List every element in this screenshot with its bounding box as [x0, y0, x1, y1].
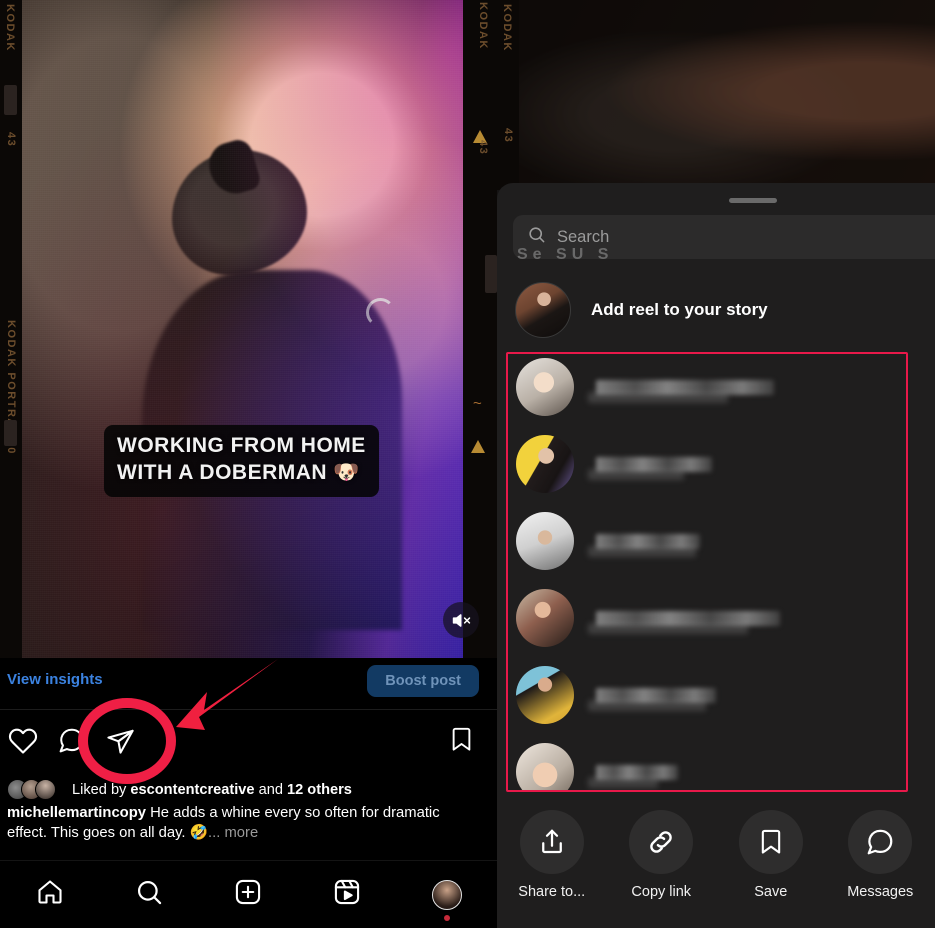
film-brand-label-right: KODAK [477, 2, 489, 50]
home-icon [36, 878, 64, 911]
left-phone-pane: KODAK 43 KODAK PORTRA 400 ~ KODAK 43 WOR… [0, 0, 497, 928]
liked-by-text: Liked by escontentcreative and 12 others [72, 782, 352, 798]
share-to-button-label: Share to... [518, 884, 586, 900]
woman-black-tee-avatar [516, 666, 574, 724]
plus-square-icon [234, 878, 262, 911]
filmstrip-left: KODAK 43 KODAK PORTRA 400 [0, 0, 22, 658]
bottom-navigation-bar [0, 860, 497, 928]
child-hoodie-avatar [516, 743, 574, 790]
post-caption: michellemartincopy He adds a whine every… [7, 803, 477, 844]
search-icon [135, 878, 163, 911]
comment-icon[interactable] [57, 726, 86, 760]
like-icon[interactable] [8, 726, 38, 761]
share-arrow-up-icon [519, 810, 584, 874]
filmstrip-left-right-pane: KODAK 43 [497, 0, 519, 190]
contact-row[interactable] [516, 666, 716, 724]
caption-username[interactable]: michellemartincopy [7, 805, 146, 821]
film-brand-label-left-top: KODAK [4, 4, 16, 52]
loading-spinner [366, 298, 395, 327]
add-reel-to-story-row[interactable]: Add reel to your story [515, 271, 935, 349]
right-phone-pane: KODAK 43 Search Se SU S Add reel to your… [497, 0, 935, 928]
reels-icon [333, 878, 361, 911]
nav-profile[interactable] [431, 879, 462, 921]
contact-row[interactable] [516, 589, 780, 647]
group-selfie-avatar [516, 358, 574, 416]
screenshot-root: KODAK 43 KODAK PORTRA 400 ~ KODAK 43 WOR… [0, 0, 935, 928]
contact-handle-redacted [588, 700, 706, 711]
nav-search[interactable] [135, 878, 163, 911]
speaker-muted-icon[interactable] [443, 602, 479, 638]
film-notch [4, 420, 17, 446]
add-reel-to-story-label: Add reel to your story [591, 300, 768, 319]
nav-home[interactable] [36, 878, 64, 911]
save-icon[interactable] [448, 726, 475, 758]
save-button-label: Save [754, 884, 788, 900]
contact-row[interactable] [516, 435, 712, 493]
liked-by-username[interactable]: escontentcreative [130, 782, 254, 798]
film-brand-label: KODAK [501, 4, 513, 52]
contact-row[interactable] [516, 358, 774, 416]
liked-by-middle: and [258, 782, 283, 798]
contact-row[interactable] [516, 512, 700, 570]
contact-handle-redacted [588, 469, 684, 480]
post-action-row [0, 712, 497, 774]
save-button[interactable]: Save [723, 810, 819, 900]
contacts-highlight-box [506, 352, 908, 792]
link-icon [629, 810, 694, 874]
dog-head-shape [172, 150, 307, 275]
video-caption-overlay: WORKING FROM HOME WITH A DOBERMAN 🐶 [104, 425, 379, 497]
film-frame-number-right: 43 [477, 140, 489, 156]
film-marker-wave: ~ [473, 395, 482, 412]
contacts-list[interactable] [508, 354, 906, 790]
reel-video[interactable]: KODAK 43 KODAK PORTRA 400 ~ KODAK 43 WOR… [0, 0, 497, 658]
insights-row: View insights Boost post [0, 658, 497, 710]
film-marker-triangle [471, 440, 485, 453]
share-icon[interactable] [106, 726, 135, 760]
nav-create[interactable] [234, 878, 262, 911]
contact-handle-redacted [588, 392, 728, 403]
liked-by-others-count[interactable]: 12 others [287, 782, 352, 798]
mother-child-avatar [516, 589, 574, 647]
contact-handle-redacted [588, 623, 748, 634]
boost-post-button[interactable]: Boost post [367, 665, 479, 697]
film-frame-number: 43 [502, 128, 514, 144]
video-caption-line-2: WITH A DOBERMAN 🐶 [117, 460, 361, 484]
avatar [431, 879, 462, 910]
bookmark-icon [738, 810, 803, 874]
notification-dot [443, 914, 450, 921]
search-icon [527, 225, 546, 249]
film-notch [4, 85, 17, 115]
video-caption-line-1: WORKING FROM HOME [117, 434, 366, 457]
share-to-button[interactable]: Share to... [504, 810, 600, 900]
man-white-hoodie-avatar [516, 512, 574, 570]
share-sheet: Search Se SU S Add reel to your story Sh… [497, 183, 935, 928]
dog-ear-shape [203, 136, 263, 200]
message-bubble-icon [848, 810, 913, 874]
film-frame-number-left: 43 [5, 132, 17, 148]
filmstrip-right: ~ KODAK 43 [463, 0, 497, 658]
dimmed-reel-background [497, 0, 935, 190]
search-placeholder: Search [557, 227, 610, 246]
nav-reels[interactable] [333, 878, 361, 911]
avatar [515, 282, 571, 338]
messages-button-label: Messages [847, 884, 914, 900]
avatar [35, 779, 56, 800]
liked-by-row[interactable]: Liked by escontentcreative and 12 others [0, 775, 497, 805]
copy-link-button-label: Copy link [631, 884, 692, 900]
messages-button[interactable]: Messages [832, 810, 928, 900]
contact-handle-redacted [588, 546, 696, 557]
drag-handle[interactable] [729, 198, 777, 203]
view-insights-link[interactable]: View insights [7, 671, 103, 688]
woman-yellow-bg-avatar [516, 435, 574, 493]
contact-handle-redacted [588, 777, 658, 788]
share-sheet-action-row: Share to... Copy link Save Messages [497, 800, 935, 928]
caption-more-link[interactable]: ... more [208, 825, 258, 841]
video-frame [22, 0, 463, 658]
copy-link-button[interactable]: Copy link [613, 810, 709, 900]
liked-by-prefix: Liked by [72, 782, 127, 798]
search-input[interactable]: Search [513, 215, 935, 259]
film-notch [485, 255, 497, 293]
liker-avatar-stack [7, 779, 63, 801]
